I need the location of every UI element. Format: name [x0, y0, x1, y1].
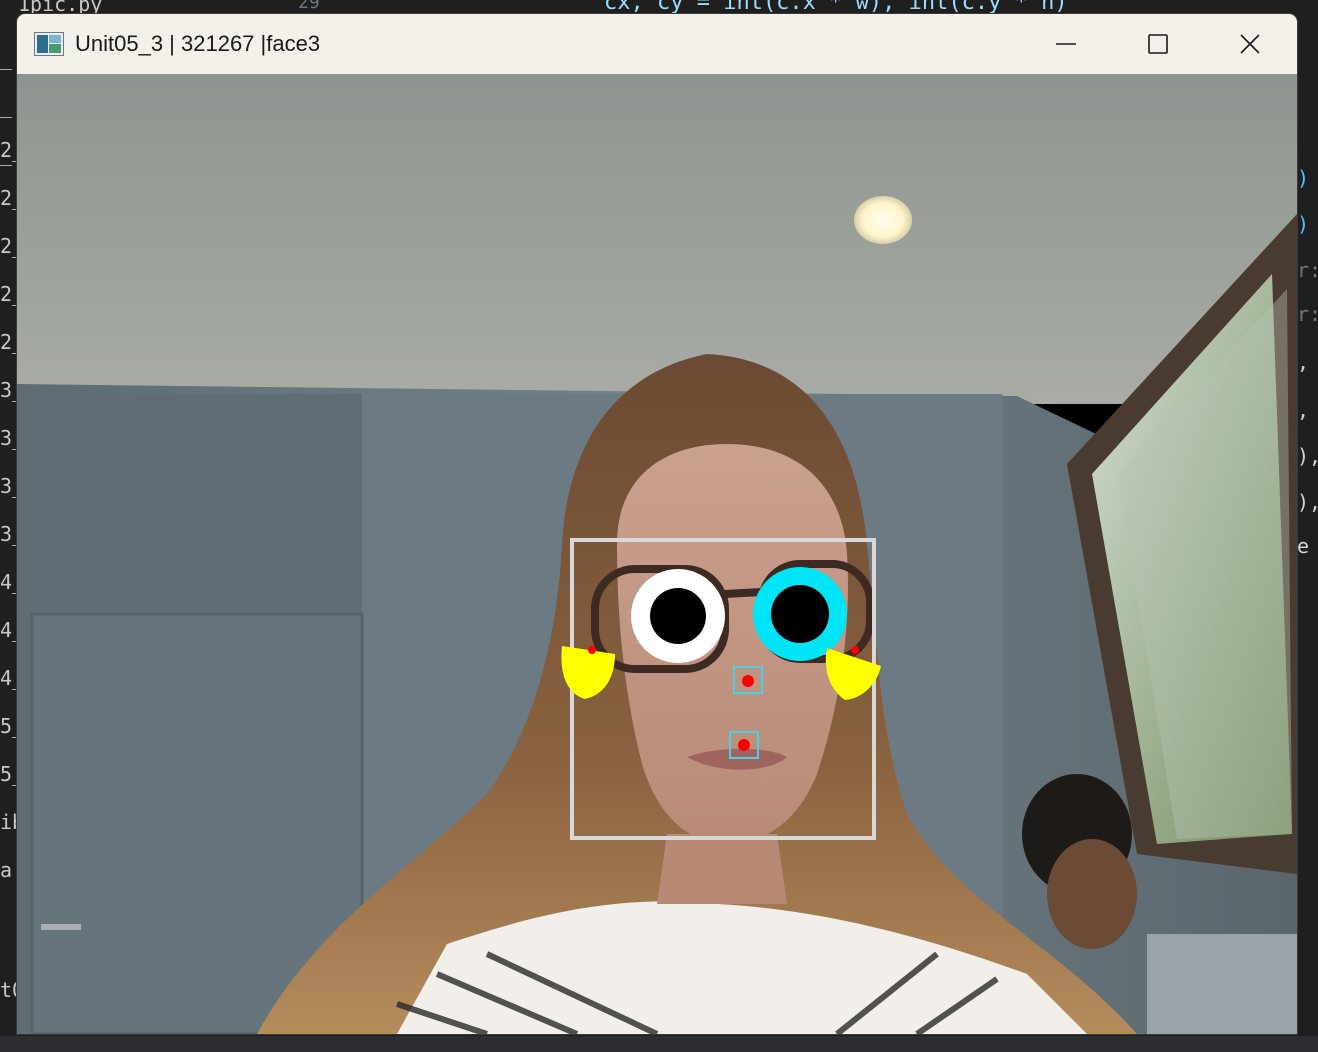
app-icon — [34, 32, 64, 56]
editor-fragment: e — [1297, 534, 1310, 558]
right-ear-landmark — [851, 646, 859, 654]
background-editor-left-gutter: _ _ _ 2_ 2_ 2_ 2_ 2_ 3_ 3_ 3_ 3_ 4_ 4_ 4… — [0, 16, 17, 1036]
ceiling-light — [854, 196, 912, 244]
editor-fragment: r: — [1297, 302, 1318, 326]
gutter-text: 5_ — [0, 762, 17, 786]
background-editor-right: ) ) r: r: , , ), ), e — [1297, 16, 1318, 1036]
gutter-text: 2_ — [0, 330, 17, 354]
mouth-landmark-dot — [738, 739, 750, 751]
editor-fragment: ) — [1297, 212, 1310, 236]
camera-scene — [17, 74, 1297, 1034]
editor-code-line: cx, cy = int(c.x * w), int(c.y * h) — [604, 0, 1068, 15]
gutter-text: 4_ — [0, 570, 17, 594]
gutter-text: _ — [0, 94, 13, 118]
editor-fragment: r: — [1297, 258, 1318, 282]
camera-window[interactable]: Unit05_3 | 321267 |face3 — [17, 14, 1297, 1034]
close-button[interactable] — [1204, 14, 1296, 74]
editor-line-number: 29 — [298, 0, 320, 13]
door-handle — [41, 924, 81, 930]
nose-landmark-dot — [742, 675, 754, 687]
right-eye-pupil — [771, 585, 829, 643]
left-ear-landmark — [588, 646, 596, 654]
laptop — [1147, 934, 1297, 1034]
close-icon — [1240, 34, 1260, 54]
neck — [657, 834, 787, 904]
minimize-button[interactable] — [1020, 14, 1112, 74]
maximize-button[interactable] — [1112, 14, 1204, 74]
left-eye-pupil — [650, 588, 706, 644]
gutter-text: 2_ — [0, 234, 17, 258]
window-titlebar[interactable]: Unit05_3 | 321267 |face3 — [17, 14, 1297, 74]
camera-frame — [17, 74, 1297, 1034]
gutter-text: 2_ — [0, 138, 17, 162]
gutter-text: 4_ — [0, 618, 17, 642]
gutter-text: 2_ — [0, 186, 17, 210]
gutter-text: 5_ — [0, 714, 17, 738]
maximize-icon — [1148, 34, 1168, 54]
editor-fragment: , — [1297, 350, 1310, 374]
taskbar-strip — [0, 1036, 1318, 1052]
gutter-text: 4_ — [0, 666, 17, 690]
editor-fragment: ) — [1297, 166, 1310, 190]
gutter-text: t0 — [0, 978, 17, 1002]
gutter-text: ib — [0, 810, 17, 834]
gutter-text: 2_ — [0, 282, 17, 306]
gutter-text: 3_ — [0, 378, 17, 402]
gutter-text: 3_ — [0, 522, 17, 546]
gutter-text: a — [0, 858, 13, 882]
editor-fragment: ), — [1297, 490, 1318, 514]
editor-fragment: ), — [1297, 444, 1318, 468]
background-person-face — [1047, 839, 1137, 949]
gutter-text: _ — [0, 46, 13, 70]
ceiling — [17, 74, 1297, 404]
editor-fragment: , — [1297, 398, 1310, 422]
gutter-text: 3_ — [0, 426, 17, 450]
gutter-text: 3_ — [0, 474, 17, 498]
window-title: Unit05_3 | 321267 |face3 — [75, 31, 321, 56]
minimize-icon — [1056, 43, 1076, 45]
